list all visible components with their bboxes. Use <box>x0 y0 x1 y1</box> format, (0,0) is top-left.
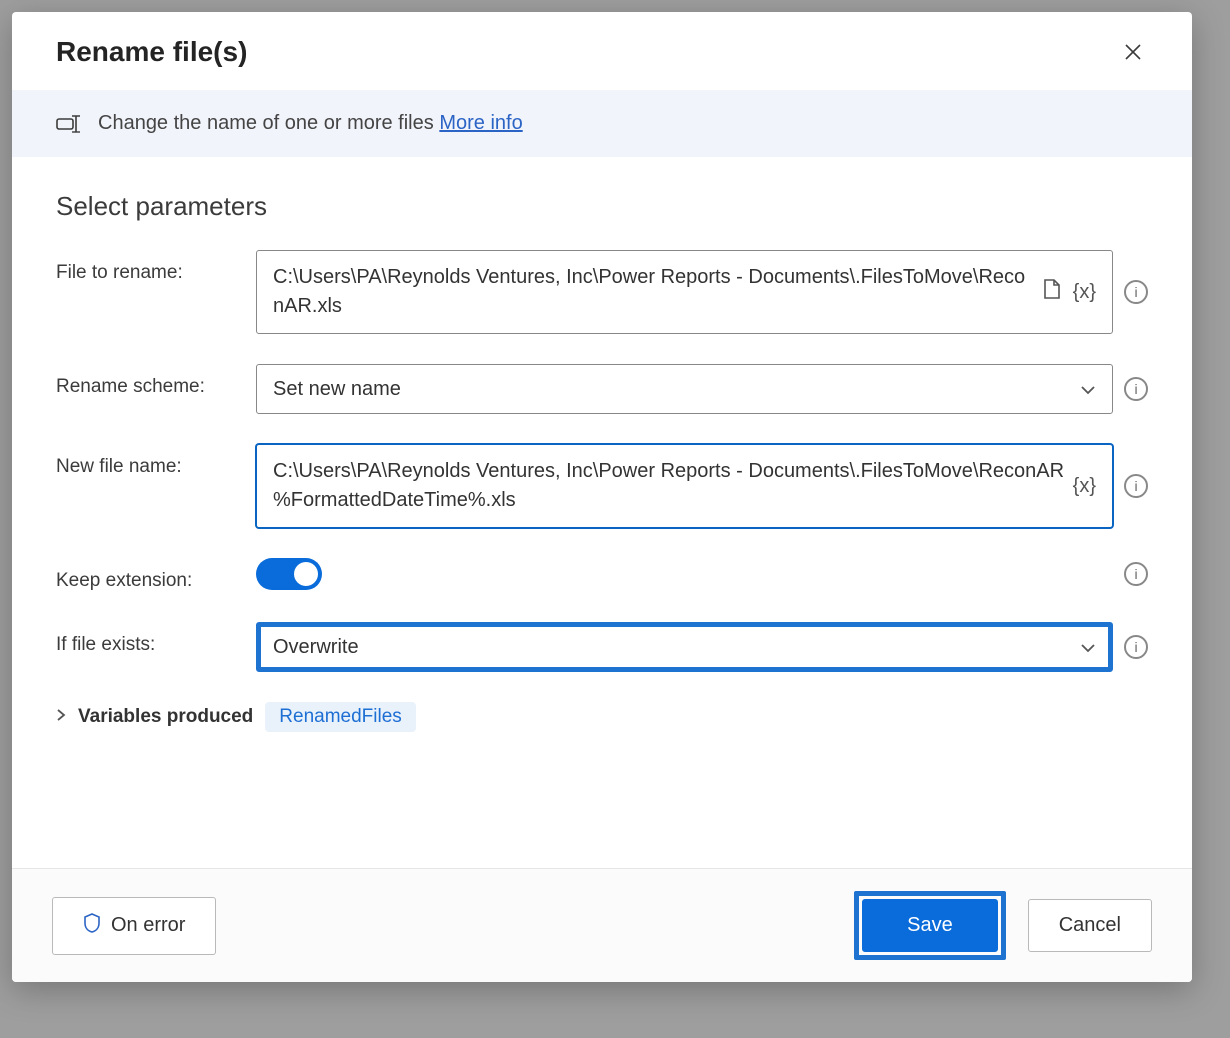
chevron-down-icon <box>1080 378 1096 401</box>
cancel-button[interactable]: Cancel <box>1028 899 1152 952</box>
file-picker-icon[interactable] <box>1043 278 1061 306</box>
info-icon[interactable]: i <box>1124 280 1148 304</box>
variable-token-icon[interactable]: {x} <box>1073 281 1096 304</box>
label-file-to-rename: File to rename: <box>56 250 256 284</box>
dialog-title: Rename file(s) <box>56 36 247 68</box>
select-if-file-exists-value: Overwrite <box>273 636 359 659</box>
dialog-header: Rename file(s) <box>12 12 1192 90</box>
more-info-link[interactable]: More info <box>439 112 522 134</box>
param-row-keep-extension: Keep extension: i <box>56 558 1148 592</box>
variable-token-icon[interactable]: {x} <box>1073 475 1096 498</box>
toggle-knob <box>294 562 318 586</box>
select-if-file-exists[interactable]: Overwrite <box>256 622 1113 672</box>
info-bar: Change the name of one or more files Mor… <box>12 90 1192 157</box>
dialog-footer: On error Save Cancel <box>12 868 1192 982</box>
section-title: Select parameters <box>56 191 1148 222</box>
info-icon[interactable]: i <box>1124 377 1148 401</box>
dialog-body: Select parameters File to rename: C:\Use… <box>12 157 1192 868</box>
input-new-file-name-value: C:\Users\PA\Reynolds Ventures, Inc\Power… <box>273 457 1065 515</box>
info-description: Change the name of one or more files <box>98 112 434 134</box>
rename-files-dialog: Rename file(s) Change the name of one or… <box>12 12 1192 982</box>
info-icon[interactable]: i <box>1124 635 1148 659</box>
rename-icon <box>56 114 80 134</box>
save-button[interactable]: Save <box>862 899 998 952</box>
label-new-file-name: New file name: <box>56 444 256 478</box>
info-icon[interactable]: i <box>1124 562 1148 586</box>
shield-icon <box>83 912 101 940</box>
param-row-file-to-rename: File to rename: C:\Users\PA\Reynolds Ven… <box>56 250 1148 334</box>
close-button[interactable] <box>1114 37 1152 67</box>
chevron-down-icon <box>1080 636 1096 659</box>
param-row-new-file-name: New file name: C:\Users\PA\Reynolds Vent… <box>56 444 1148 528</box>
on-error-label: On error <box>111 914 185 937</box>
select-rename-scheme-value: Set new name <box>273 378 401 401</box>
variable-chip-renamedfiles[interactable]: RenamedFiles <box>265 702 416 732</box>
param-row-rename-scheme: Rename scheme: Set new name i <box>56 364 1148 414</box>
info-icon[interactable]: i <box>1124 474 1148 498</box>
variables-produced-row[interactable]: Variables produced RenamedFiles <box>56 702 1148 732</box>
variables-produced-label: Variables produced <box>78 706 253 728</box>
input-file-to-rename[interactable]: C:\Users\PA\Reynolds Ventures, Inc\Power… <box>256 250 1113 334</box>
chevron-right-icon <box>56 708 66 727</box>
on-error-button[interactable]: On error <box>52 897 216 955</box>
info-text: Change the name of one or more files Mor… <box>98 112 523 135</box>
label-if-file-exists: If file exists: <box>56 622 256 656</box>
param-row-if-file-exists: If file exists: Overwrite i <box>56 622 1148 672</box>
close-icon <box>1124 43 1142 61</box>
label-keep-extension: Keep extension: <box>56 558 256 592</box>
input-new-file-name[interactable]: C:\Users\PA\Reynolds Ventures, Inc\Power… <box>256 444 1113 528</box>
save-highlight: Save <box>854 891 1006 960</box>
input-file-to-rename-value: C:\Users\PA\Reynolds Ventures, Inc\Power… <box>273 263 1035 321</box>
toggle-keep-extension[interactable] <box>256 558 322 590</box>
select-rename-scheme[interactable]: Set new name <box>256 364 1113 414</box>
label-rename-scheme: Rename scheme: <box>56 364 256 398</box>
